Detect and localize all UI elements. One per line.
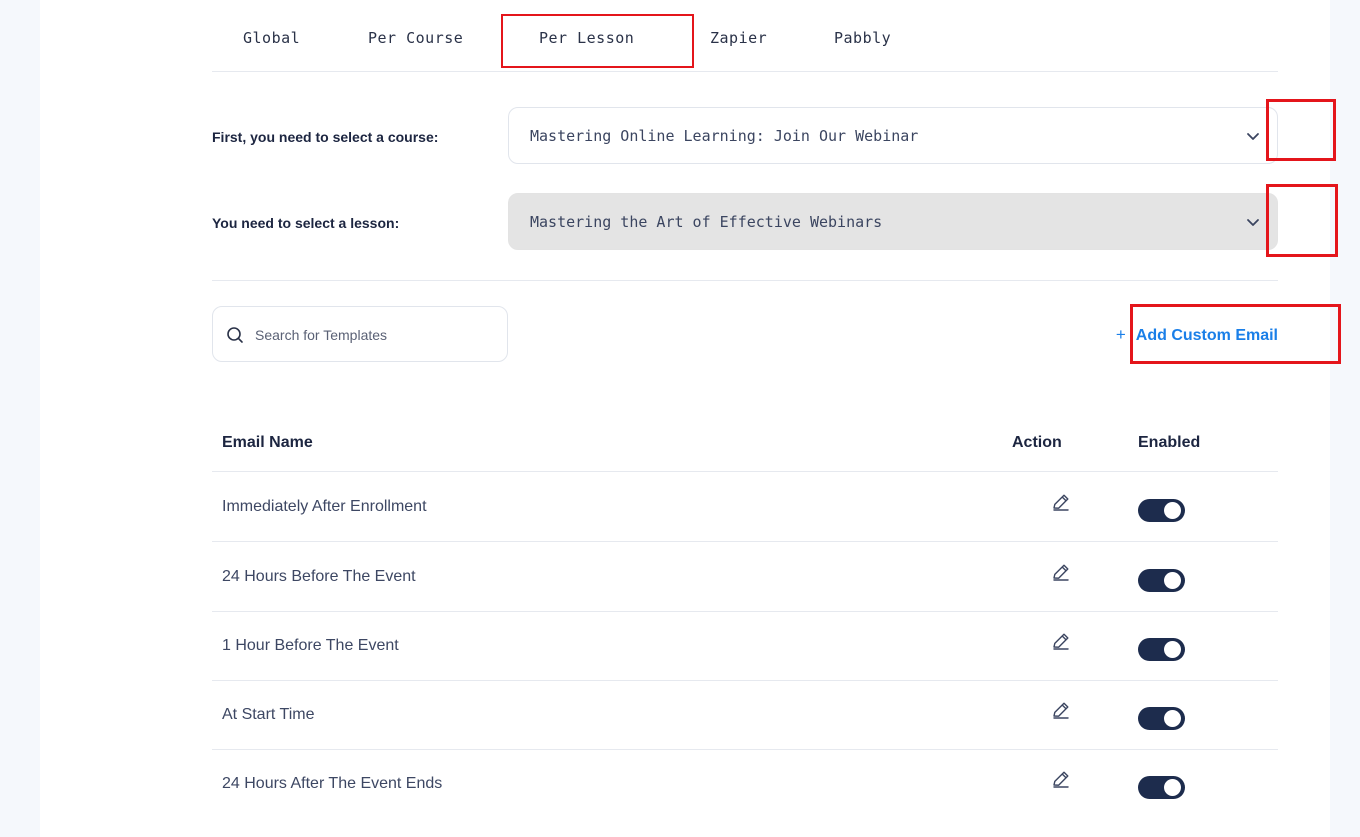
tab-global[interactable]: Global bbox=[243, 29, 300, 47]
edit-pencil-icon[interactable] bbox=[1050, 699, 1072, 721]
course-select-label: First, you need to select a course: bbox=[212, 129, 439, 145]
column-header-enabled: Enabled bbox=[1138, 434, 1201, 451]
lesson-select[interactable]: Mastering the Art of Effective Webinars bbox=[508, 193, 1278, 250]
search-input[interactable] bbox=[253, 319, 497, 351]
highlight-box-lesson-dropdown bbox=[1266, 184, 1338, 257]
tab-pabbly[interactable]: Pabbly bbox=[834, 29, 891, 47]
tab-bar: Global Per Course Per Lesson Zapier Pabb… bbox=[212, 0, 1278, 72]
enabled-toggle[interactable] bbox=[1138, 638, 1185, 661]
course-select-value: Mastering Online Learning: Join Our Webi… bbox=[530, 127, 919, 145]
email-name-cell: At Start Time bbox=[222, 706, 315, 723]
enabled-toggle[interactable] bbox=[1138, 499, 1185, 522]
email-name-cell: 24 Hours Before The Event bbox=[222, 568, 416, 585]
course-select[interactable]: Mastering Online Learning: Join Our Webi… bbox=[508, 107, 1278, 164]
highlight-box-course-dropdown bbox=[1266, 99, 1336, 161]
table-row: 24 Hours After The Event Ends bbox=[212, 749, 1278, 818]
search-icon bbox=[227, 327, 243, 343]
edit-pencil-icon[interactable] bbox=[1050, 491, 1072, 513]
tab-zapier[interactable]: Zapier bbox=[710, 29, 767, 47]
email-name-cell: 24 Hours After The Event Ends bbox=[222, 775, 443, 792]
main-panel: Global Per Course Per Lesson Zapier Pabb… bbox=[40, 0, 1341, 837]
chevron-down-icon[interactable] bbox=[1241, 124, 1265, 148]
toggle-knob bbox=[1164, 779, 1181, 796]
toggle-knob bbox=[1164, 572, 1181, 589]
column-header-action: Action bbox=[1012, 434, 1062, 451]
chevron-down-icon[interactable] bbox=[1241, 210, 1265, 234]
toggle-knob bbox=[1164, 641, 1181, 658]
edit-pencil-icon[interactable] bbox=[1050, 630, 1072, 652]
highlight-box-tab bbox=[501, 14, 694, 68]
lesson-select-value: Mastering the Art of Effective Webinars bbox=[530, 213, 883, 231]
enabled-toggle[interactable] bbox=[1138, 776, 1185, 799]
email-name-cell: Immediately After Enrollment bbox=[222, 498, 427, 515]
toggle-knob bbox=[1164, 710, 1181, 727]
edit-pencil-icon[interactable] bbox=[1050, 561, 1072, 583]
table-row: 1 Hour Before The Event bbox=[212, 611, 1278, 681]
template-search bbox=[212, 306, 508, 362]
section-divider bbox=[212, 280, 1278, 281]
highlight-box-add-email bbox=[1130, 304, 1341, 364]
enabled-toggle[interactable] bbox=[1138, 707, 1185, 730]
tab-per-course[interactable]: Per Course bbox=[368, 29, 463, 47]
plus-icon: + bbox=[1115, 325, 1126, 344]
table-row: 24 Hours Before The Event bbox=[212, 542, 1278, 612]
toggle-knob bbox=[1164, 502, 1181, 519]
email-name-cell: 1 Hour Before The Event bbox=[222, 637, 399, 654]
edit-pencil-icon[interactable] bbox=[1050, 768, 1072, 790]
table-row: At Start Time bbox=[212, 680, 1278, 750]
enabled-toggle[interactable] bbox=[1138, 569, 1185, 592]
table-header: Email Name Action Enabled bbox=[212, 402, 1278, 472]
table-row: Immediately After Enrollment bbox=[212, 472, 1278, 542]
email-settings-content: Global Per Course Per Lesson Zapier Pabb… bbox=[212, 0, 1341, 837]
column-header-email-name: Email Name bbox=[222, 434, 313, 451]
lesson-select-label: You need to select a lesson: bbox=[212, 215, 400, 231]
